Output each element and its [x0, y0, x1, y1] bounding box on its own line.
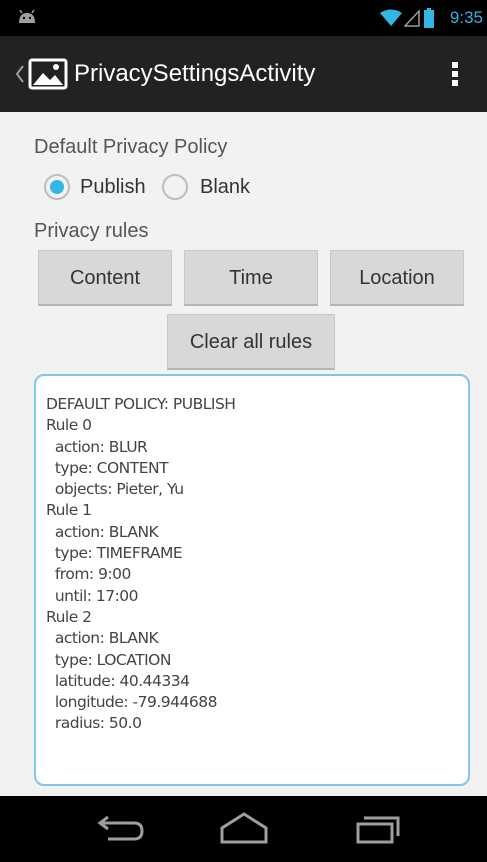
rules-line: radius: 50.0 — [46, 714, 142, 733]
rules-line: type: CONTENT — [46, 458, 169, 477]
rules-line: action: BLANK — [46, 629, 159, 648]
home-icon[interactable] — [204, 806, 284, 852]
publish-radio[interactable] — [44, 174, 70, 200]
clear-all-rules-button[interactable]: Clear all rules — [167, 314, 335, 370]
blank-radio-label[interactable]: Blank — [200, 174, 250, 200]
battery-icon — [424, 8, 434, 28]
status-bar: 9:35 — [0, 0, 487, 36]
rules-line: action: BLANK — [46, 522, 159, 541]
up-caret-icon[interactable] — [14, 62, 26, 86]
rules-line: objects: Pieter, Yu — [46, 480, 184, 499]
content-rule-button[interactable]: Content — [38, 250, 172, 306]
rules-line: from: 9:00 — [46, 565, 132, 584]
default-policy-heading: Default Privacy Policy — [34, 136, 228, 158]
rules-line: type: TIMEFRAME — [46, 544, 183, 563]
navigation-bar — [0, 796, 487, 862]
location-rule-button[interactable]: Location — [330, 250, 464, 306]
rules-line: latitude: 40.44334 — [46, 671, 190, 690]
rules-line: until: 17:00 — [46, 586, 139, 605]
rules-line: type: LOCATION — [46, 650, 172, 669]
time-rule-button[interactable]: Time — [184, 250, 318, 306]
rules-line: longitude: -79.944688 — [46, 693, 218, 712]
blank-radio[interactable] — [162, 174, 188, 200]
rules-line: Rule 1 — [46, 501, 92, 520]
rules-output-box: DEFAULT POLICY: PUBLISH Rule 0 action: B… — [34, 374, 470, 786]
rules-line: Rule 2 — [46, 607, 92, 626]
activity-title: PrivacySettingsActivity — [74, 60, 316, 87]
wifi-icon — [380, 9, 402, 26]
privacy-rules-heading: Privacy rules — [34, 220, 149, 242]
back-icon[interactable] — [80, 806, 160, 852]
radio-selected-dot — [50, 180, 64, 194]
action-bar: PrivacySettingsActivity — [0, 36, 487, 112]
overflow-menu-icon[interactable] — [444, 56, 466, 92]
publish-radio-label[interactable]: Publish — [80, 174, 146, 200]
recent-apps-icon[interactable] — [338, 806, 418, 852]
app-image-icon[interactable] — [28, 56, 68, 92]
signal-icon — [404, 9, 420, 27]
status-clock: 9:35 — [449, 8, 483, 27]
rules-line: Rule 0 — [46, 416, 92, 435]
rules-line: action: BLUR — [46, 437, 148, 456]
rules-line: DEFAULT POLICY: PUBLISH — [46, 395, 236, 413]
android-notification-icon — [19, 10, 35, 23]
